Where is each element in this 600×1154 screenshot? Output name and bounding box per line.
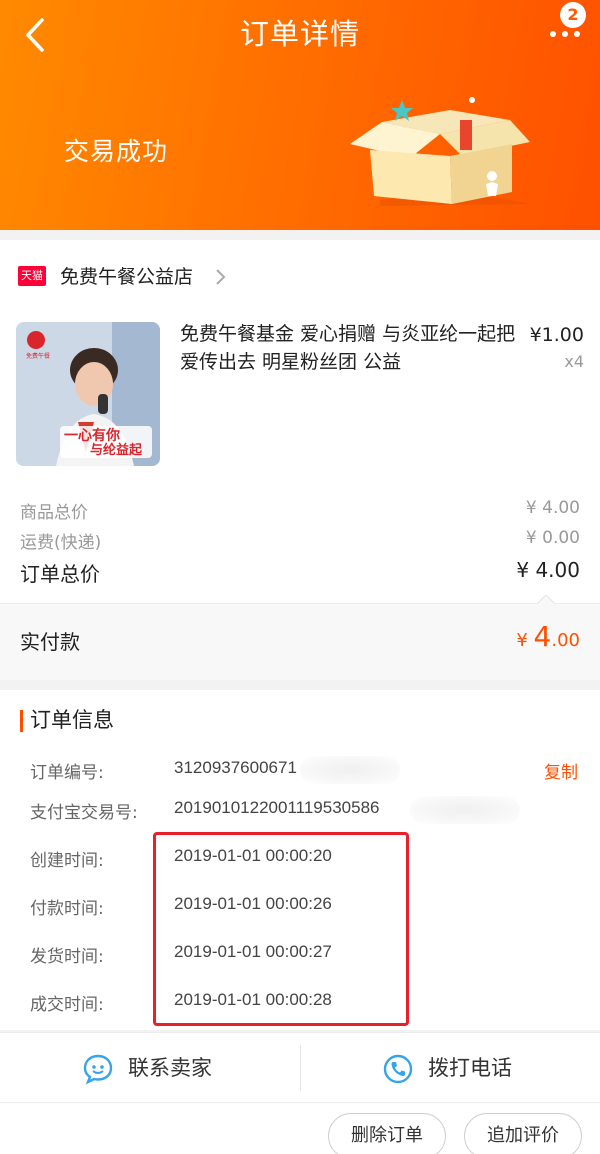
chat-bubble-icon [83, 1054, 113, 1085]
order-status: 交易成功 [64, 137, 169, 166]
call-phone-label: 拨打电话 [428, 1056, 512, 1080]
order-header: 订单详情 2 交易成功 [0, 0, 600, 230]
alipay-number-row: 支付宝交易号: 20190101220011195305​86 [0, 796, 600, 828]
redaction-blur [410, 796, 520, 824]
gift-box-illustration [350, 97, 530, 206]
paid-label: 实付款 [20, 630, 80, 654]
product-photo-icon: 免费午餐 一心有你 与纶益起 [16, 322, 160, 466]
store-row[interactable]: 天猫 免费午餐公益店 [0, 258, 600, 298]
delete-order-button[interactable]: 删除订单 [328, 1113, 446, 1154]
order-total-label: 订单总价 [20, 562, 100, 586]
order-info-section: 订单信息 订单编号: 3120937600671 复制 支付宝交易号: 2019… [0, 690, 600, 1030]
shipping-value: ¥ 0.00 [525, 528, 580, 548]
order-number-row: 订单编号: 3120937600671 复制 [0, 756, 600, 788]
product-quantity: x4 [564, 352, 584, 371]
highlight-annotation-box [153, 832, 409, 1026]
order-total-value: ¥ 4.00 [516, 558, 580, 582]
store-name[interactable]: 免费午餐公益店 [60, 260, 193, 294]
product-price: ¥1.00 [529, 324, 584, 346]
goods-total-value: ¥ 4.00 [525, 498, 580, 518]
order-info-title: 订单信息 [30, 708, 114, 732]
paid-value: ¥ 4.00 [516, 620, 580, 653]
shipping-label: 运费(快递) [20, 533, 102, 553]
image-caption-line-2: 与纶益起 [90, 442, 143, 458]
chevron-right-icon [216, 269, 226, 285]
product-image[interactable]: 免费午餐 一心有你 与纶益起 [16, 322, 160, 466]
shipping-row: 运费(快递) ¥ 0.00 [20, 528, 580, 556]
add-review-button[interactable]: 追加评价 [464, 1113, 582, 1154]
paid-currency: ¥ [516, 630, 534, 651]
order-total-row: 订单总价 ¥ 4.00 [20, 558, 580, 586]
order-number-value: 3120937600671 [174, 758, 297, 777]
copy-button[interactable]: 复制 [544, 758, 578, 783]
created-time-label: 创建时间: [30, 851, 104, 871]
contact-seller-button[interactable]: 联系卖家 [0, 1033, 300, 1103]
order-card: 天猫 免费午餐公益店 免费午餐 一心有你 与纶益起 免费午餐基金 爱心捐赠 与炎… [0, 240, 600, 680]
phone-icon [383, 1054, 413, 1084]
order-number-label: 订单编号: [30, 763, 104, 783]
redaction-blur [300, 756, 400, 784]
goods-total-row: 商品总价 ¥ 4.00 [20, 498, 580, 526]
paid-integer: 4 [533, 620, 552, 653]
goods-total-label: 商品总价 [20, 503, 88, 523]
tmall-badge: 天猫 [18, 266, 46, 286]
contact-seller-label: 联系卖家 [128, 1056, 212, 1080]
paid-time-label: 付款时间: [30, 899, 104, 919]
contact-bar: 联系卖家 拨打电话 [0, 1032, 600, 1102]
page-title: 订单详情 [239, 17, 360, 51]
product-title[interactable]: 免费午餐基金 爱心捐赠 与炎亚纶一起把爱传出去 明星粉丝团 公益 [180, 320, 516, 376]
alipay-number-label: 支付宝交易号: [30, 803, 138, 823]
completed-time-label: 成交时间: [30, 995, 104, 1015]
notification-badge[interactable]: 2 [560, 2, 586, 28]
shipped-time-label: 发货时间: [30, 947, 104, 967]
notch-decoration [536, 595, 556, 605]
svg-text:免费午餐: 免费午餐 [26, 352, 50, 360]
bottom-action-bar: 删除订单 追加评价 [0, 1102, 600, 1154]
paid-amount-row: 实付款 ¥ 4.00 [0, 595, 600, 680]
paid-decimal: .00 [551, 630, 580, 651]
call-phone-button[interactable]: 拨打电话 [300, 1033, 600, 1103]
image-caption-line-1: 一心有你 [64, 427, 120, 444]
section-accent-bar [20, 710, 23, 732]
alipay-number-value: 20190101220011195305​86 [174, 798, 380, 817]
